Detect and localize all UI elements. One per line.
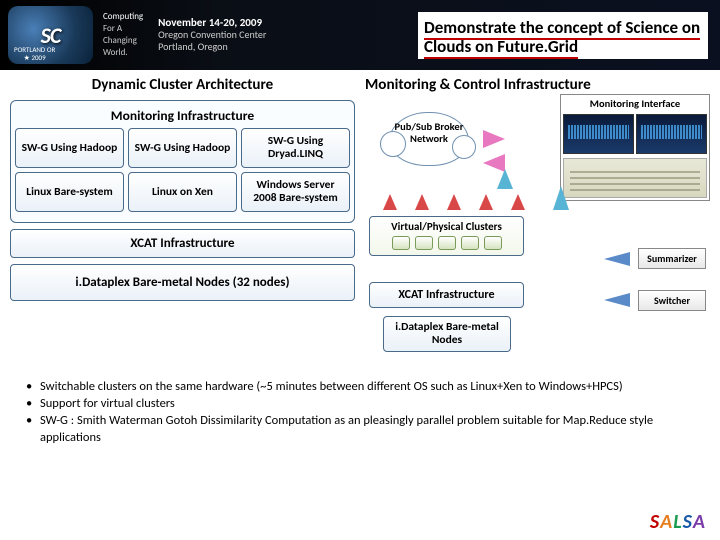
right-column: Monitoring & Control Infrastructure Pub/… [365,76,710,374]
arrow-red-up-5-icon [511,194,525,210]
slide-title: Demonstrate the concept of Science on Cl… [418,12,708,59]
cell-swg-hadoop-1: SW-G Using Hadoop [15,128,124,168]
arrow-red-up-2-icon [415,194,429,210]
arrow-pink-right-icon [483,130,505,148]
monitor-screens [561,112,709,156]
vpc-box: Virtual/Physical Clusters [369,216,524,256]
node-icon [415,236,433,250]
node-icon [484,236,502,250]
arrow-red-up-4-icon [479,194,493,210]
cell-linux-xen: Linux on Xen [128,172,237,212]
vpc-label: Virtual/Physical Clusters [374,220,519,233]
arrow-red-up-1-icon [383,194,397,210]
screen-2 [636,114,707,154]
pubsub-cloud: Pub/Sub Broker Network [389,112,469,166]
idataplex-bar: i.Dataplex Bare-metal Nodes (32 nodes) [10,264,355,301]
right-heading: Monitoring & Control Infrastructure [365,76,710,94]
arrow-blue-left-2-icon [604,293,630,307]
arrow-cyan-up-icon [497,169,513,189]
monitoring-infra-panel: Monitoring Infrastructure SW-G Using Had… [10,100,355,223]
left-heading: Dynamic Cluster Architecture [10,76,355,94]
sc-logo: SC PORTLAND OR★ 2009 [8,6,93,64]
bullet-1: Switchable clusters on the same hardware… [30,378,706,395]
monitor-head: Monitoring Interface [561,95,709,112]
node-icon [461,236,479,250]
screen-1 [563,114,634,154]
vpc-nodes [374,236,519,250]
diagram: Pub/Sub Broker Network Monitoring Interf… [365,94,710,374]
screen-3 [563,158,707,198]
os-row: Linux Bare-system Linux on Xen Windows S… [15,172,350,212]
main-content: Dynamic Cluster Architecture Monitoring … [0,70,720,374]
node-icon [392,236,410,250]
xcat-bar: XCAT Infrastructure [10,229,355,258]
cell-linux-bare: Linux Bare-system [15,172,124,212]
bullet-3: SW-G : Smith Waterman Gotoh Dissimilarit… [30,412,706,446]
xcat-box-right: XCAT Infrastructure [369,282,524,308]
app-row: SW-G Using Hadoop SW-G Using Hadoop SW-G… [15,128,350,168]
cell-swg-hadoop-2: SW-G Using Hadoop [128,128,237,168]
panel-title: Monitoring Infrastructure [15,107,350,124]
cell-swg-dryad: SW-G Using Dryad.LINQ [241,128,350,168]
monitoring-interface-box: Monitoring Interface [560,94,710,201]
arrow-red-up-3-icon [447,194,461,210]
cell-windows: Windows Server 2008 Bare-system [241,172,350,212]
idataplex-box-right: i.Dataplex Bare-metal Nodes [383,316,511,352]
arrow-blue-left-1-icon [604,252,630,266]
salsa-logo: SALSA [650,510,706,534]
bullet-2: Support for virtual clusters [30,395,706,412]
summarizer-box: Summarizer [638,248,706,269]
arrow-cyan-up-2-icon [553,186,569,210]
node-icon [438,236,456,250]
banner-conference: November 14-20, 2009 Oregon Convention C… [158,17,266,53]
bullet-list: Switchable clusters on the same hardware… [0,374,720,450]
banner-tagline: Computing For A Changing World. [103,11,143,59]
left-column: Dynamic Cluster Architecture Monitoring … [10,76,355,374]
switcher-box: Switcher [638,290,706,311]
logo-sub: PORTLAND OR★ 2009 [14,46,55,62]
banner: SC PORTLAND OR★ 2009 Computing For A Cha… [0,0,720,70]
